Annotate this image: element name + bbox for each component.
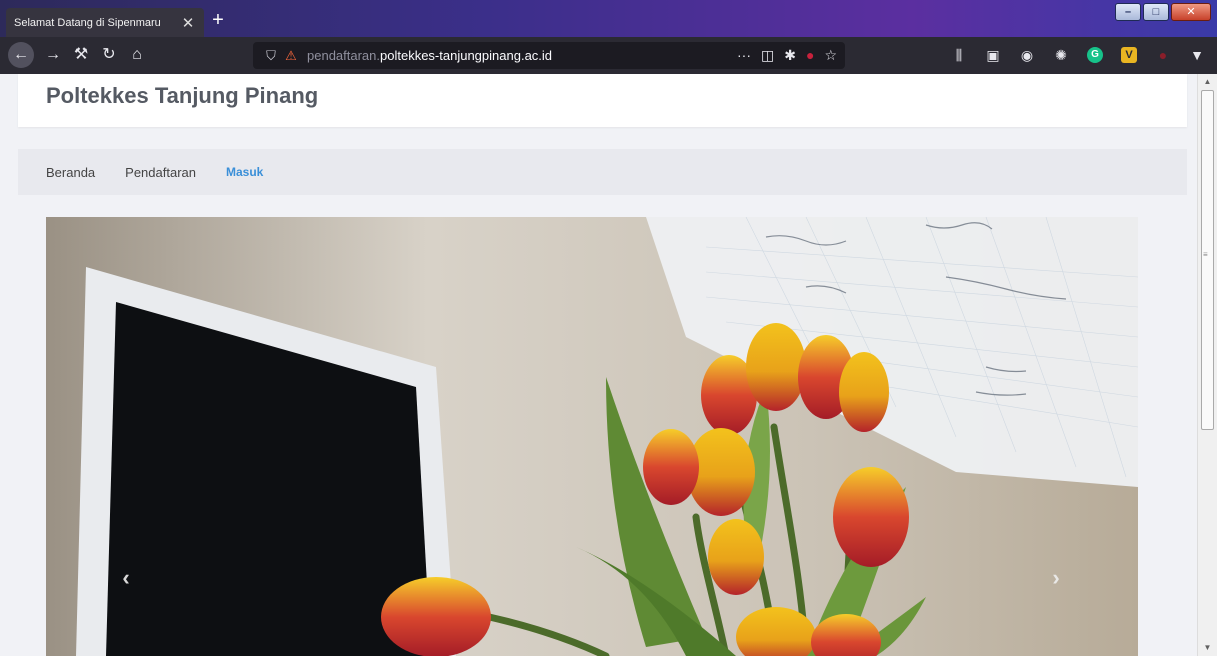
maximize-button[interactable]: □ [1143,3,1169,21]
home-icon[interactable]: ⌂ [126,44,148,66]
library-icon[interactable]: ⫼ [948,44,970,66]
close-window-button[interactable]: ✕ [1171,3,1211,21]
url-text[interactable]: pendaftaran.poltekkes-tanjungpinang.ac.i… [307,48,737,63]
menu-item-beranda[interactable]: Beranda [46,165,95,180]
reload-icon[interactable]: ↻ [98,44,120,66]
tab-title: Selamat Datang di Sipenmaru [14,16,161,29]
menu-item-masuk[interactable]: Masuk [226,165,263,179]
page-scrollbar[interactable]: ▲ ≡ ▼ [1197,74,1217,656]
browser-titlebar: Selamat Datang di Sipenmaru ✕ + – □ ✕ [0,0,1217,37]
insecure-lock-icon[interactable]: ⚠ [281,48,301,64]
image-carousel: ‹ › [46,217,1138,656]
carousel-image [46,217,1138,656]
window-controls: – □ ✕ [1115,3,1211,21]
forward-arrow-icon[interactable]: → [42,44,64,66]
new-tab-button[interactable]: + [207,9,229,31]
extension-dot-icon[interactable]: ● [1152,44,1174,66]
menu-item-pendaftaran[interactable]: Pendaftaran [125,165,196,180]
sidebar-icon[interactable]: ▣ [982,44,1004,66]
carousel-next-button[interactable]: › [1044,563,1068,593]
tab-close-icon[interactable]: ✕ [180,14,196,32]
back-arrow-icon[interactable]: ← [8,42,34,68]
address-bar[interactable]: ⛉ ⚠ pendaftaran.poltekkes-tanjungpinang.… [253,42,845,69]
shield-icon[interactable]: ⛉ [261,48,281,64]
site-header: Poltekkes Tanjung Pinang [18,74,1187,127]
browser-tab-active[interactable]: Selamat Datang di Sipenmaru ✕ [6,8,204,37]
bookmark-star-icon[interactable]: ☆ [824,47,837,64]
scroll-down-arrow-icon[interactable]: ▼ [1198,640,1217,656]
scroll-up-arrow-icon[interactable]: ▲ [1198,74,1217,90]
wrench-icon[interactable]: ⚒ [70,44,92,66]
main-menu: Beranda Pendaftaran Masuk [18,149,1187,195]
account-icon[interactable]: ◉ [1016,44,1038,66]
site-title[interactable]: Poltekkes Tanjung Pinang [46,83,318,109]
scrollbar-grip-icon: ≡ [1203,250,1208,259]
extension-v-icon[interactable]: V [1121,47,1137,63]
bug-icon[interactable]: ✱ [784,47,796,64]
minimize-button[interactable]: – [1115,3,1141,21]
url-subdomain: pendaftaran. [307,48,381,63]
page-actions-icon[interactable]: ··· [737,47,751,64]
carousel-prev-button[interactable]: ‹ [114,563,138,593]
extension-red-icon[interactable]: ● [806,47,814,64]
vivaldi-icon[interactable]: ▼ [1186,44,1208,66]
browser-toolbar: ← → ⚒ ↻ ⌂ ⛉ ⚠ pendaftaran.poltekkes-tanj… [0,37,1217,74]
scrollbar-thumb[interactable] [1201,90,1214,430]
grammarly-icon[interactable]: G [1087,47,1103,63]
pocket-icon[interactable]: ◫ [761,47,774,64]
url-domain: poltekkes-tanjungpinang.ac.id [380,48,553,63]
extension-gear-icon[interactable]: ✺ [1050,44,1072,66]
page-viewport: Poltekkes Tanjung Pinang Beranda Pendaft… [0,74,1197,656]
url-actions: ··· ◫ ✱ ● ☆ [737,47,837,64]
toolbar-extensions: ⫼ ▣ ◉ ✺ G V ● ▼ ≡ [948,44,1217,66]
